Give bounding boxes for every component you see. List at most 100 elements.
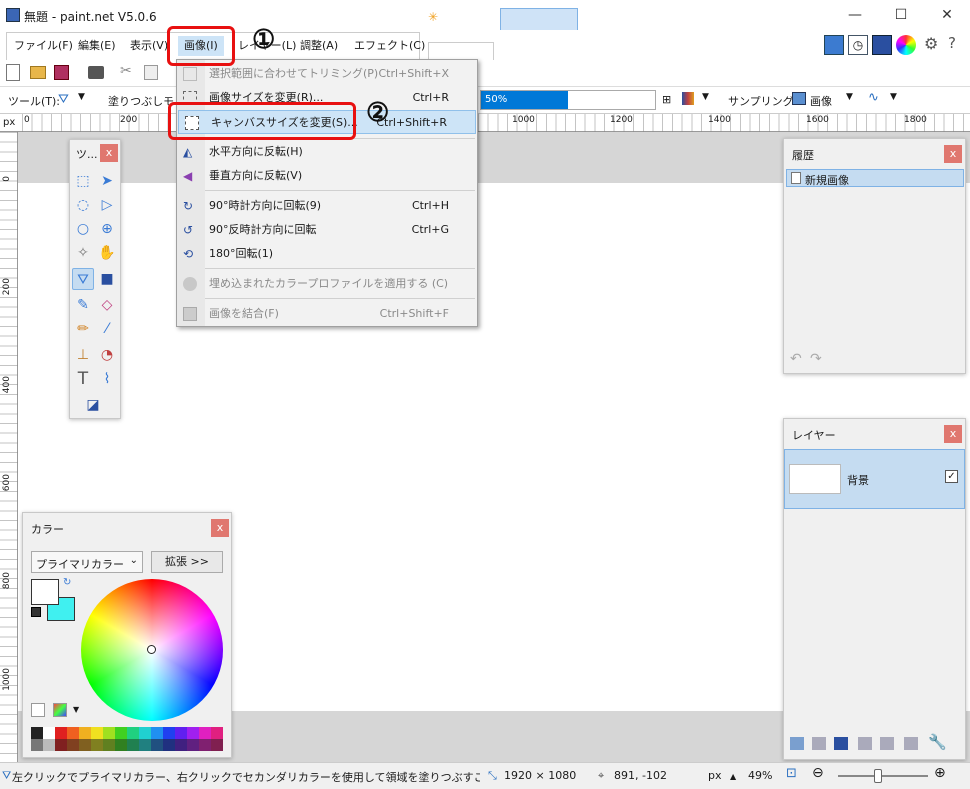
paintbrush-icon[interactable]: ✎ (72, 294, 94, 316)
color-picker-icon[interactable]: ⁄ (96, 318, 118, 340)
move-layer-up-icon[interactable] (880, 737, 894, 750)
close-window-button[interactable]: ✕ (924, 0, 970, 30)
expand-plus-icon[interactable]: ⊞ (662, 93, 671, 106)
gradient-icon[interactable]: ■ (96, 268, 118, 290)
delete-layer-icon[interactable] (812, 737, 826, 750)
color-palette[interactable] (31, 727, 225, 751)
blend-mode-icon[interactable] (682, 92, 694, 105)
menu-effects[interactable]: エフェクト(C) (348, 36, 431, 56)
help-icon[interactable]: ? (948, 34, 956, 52)
palette-swatch[interactable] (115, 739, 127, 751)
text-tool-icon[interactable]: T (72, 368, 94, 390)
tools-panel-close-button[interactable]: x (100, 144, 118, 162)
color-wheel[interactable] (81, 579, 223, 721)
palette-swatch[interactable] (175, 739, 187, 751)
palette-swatch[interactable] (91, 727, 103, 739)
sampling-value[interactable]: 画像 (810, 93, 832, 109)
zoom-slider-thumb[interactable] (874, 769, 882, 783)
open-folder-icon[interactable] (30, 66, 46, 79)
unit-dropdown-icon[interactable]: ▲ (730, 772, 736, 781)
palette-swatch[interactable] (79, 739, 91, 751)
palette-dropdown-icon[interactable]: ▼ (73, 705, 79, 714)
status-unit[interactable]: px (708, 769, 722, 782)
add-layer-icon[interactable] (790, 737, 804, 750)
status-zoom[interactable]: 49% (748, 769, 772, 782)
color-wheel-cursor[interactable] (147, 645, 156, 654)
print-icon[interactable] (88, 66, 104, 79)
palette-swatch[interactable] (151, 727, 163, 739)
rectangle-select-icon[interactable]: ⬚ (72, 170, 94, 192)
menu-item-rotate-180[interactable]: ⟲ 180°回転(1) (177, 242, 477, 266)
lasso-select-icon[interactable]: ◌ (72, 194, 94, 216)
clone-stamp-icon[interactable]: ⊥ (72, 344, 94, 366)
palette-swatch[interactable] (55, 727, 67, 739)
zoom-icon[interactable]: ⊕ (96, 218, 118, 240)
menu-item-flip-vertical[interactable]: ◀ 垂直方向に反転(V) (177, 164, 477, 188)
palette-swatch[interactable] (139, 727, 151, 739)
ellipse-select-icon[interactable]: ○ (72, 218, 94, 240)
palette-swatch[interactable] (55, 739, 67, 751)
move-selected-icon[interactable]: ▷ (96, 194, 118, 216)
palette-swatch[interactable] (91, 739, 103, 751)
layers-window-icon[interactable] (872, 35, 892, 55)
tolerance-slider[interactable]: 50% (480, 90, 656, 110)
swap-colors-icon[interactable]: ↻ (63, 577, 71, 588)
add-palette-icon[interactable] (31, 703, 45, 717)
zoom-fit-icon[interactable]: ⊡ (786, 766, 797, 781)
palette-swatch[interactable] (31, 727, 43, 739)
palette-swatch[interactable] (127, 739, 139, 751)
magic-wand-icon[interactable]: ✧ (72, 242, 94, 264)
palette-swatch[interactable] (79, 727, 91, 739)
fill-mode-label[interactable]: 塗りつぶしモード (108, 93, 174, 109)
antialias-icon[interactable]: ∿ (868, 90, 879, 105)
menu-item-rotate-ccw[interactable]: ↺ 90°反時計方向に回転 Ctrl+G (177, 218, 477, 242)
palette-swatch[interactable] (199, 739, 211, 751)
move-layer-down-icon[interactable] (904, 737, 918, 750)
colors-window-icon[interactable] (896, 35, 916, 55)
reset-colors-icon[interactable] (31, 607, 41, 617)
sampling-dropdown-icon[interactable]: ▼ (846, 92, 853, 102)
palette-swatch[interactable] (67, 739, 79, 751)
paint-bucket-icon[interactable]: ⛛ (58, 92, 69, 107)
palette-swatch[interactable] (163, 727, 175, 739)
palette-swatch[interactable] (211, 739, 223, 751)
palette-swatch[interactable] (139, 739, 151, 751)
menu-item-apply-color-profile[interactable]: 埋め込まれたカラープロファイルを適用する (C) (177, 272, 477, 296)
save-icon[interactable] (54, 65, 69, 80)
menu-item-flatten[interactable]: 画像を結合(F) Ctrl+Shift+F (177, 302, 477, 326)
eraser-icon[interactable]: ◇ (96, 294, 118, 316)
tools-window-icon[interactable] (824, 35, 844, 55)
shapes-icon[interactable]: ◪ (82, 394, 104, 416)
history-item[interactable]: 新規画像 (786, 169, 964, 187)
pan-hand-icon[interactable]: ✋ (96, 242, 118, 264)
antialias-dropdown-icon[interactable]: ▼ (890, 92, 897, 102)
zoom-out-icon[interactable]: ⊖ (812, 765, 824, 781)
palette-swatch[interactable] (31, 739, 43, 751)
gear-icon[interactable]: ⚙ (924, 34, 938, 53)
palette-swatch[interactable] (163, 739, 175, 751)
merge-layer-icon[interactable] (858, 737, 872, 750)
layer-properties-icon[interactable]: 🔧 (928, 733, 947, 751)
minimize-button[interactable]: — (832, 0, 878, 30)
palette-swatch[interactable] (187, 727, 199, 739)
palette-swatch[interactable] (151, 739, 163, 751)
layer-visible-checkbox[interactable]: ✓ (945, 470, 958, 483)
zoom-in-icon[interactable]: ⊕ (934, 765, 946, 781)
menu-adjust[interactable]: 調整(A) (294, 36, 344, 56)
menu-file[interactable]: ファイル(F) (8, 36, 79, 56)
palette-swatch[interactable] (103, 727, 115, 739)
palette-icon[interactable] (53, 703, 67, 717)
menu-item-flip-horizontal[interactable]: ◭ 水平方向に反転(H) (177, 140, 477, 164)
duplicate-layer-icon[interactable] (834, 737, 848, 750)
history-panel-close-button[interactable]: x (944, 145, 962, 163)
color-mode-select[interactable]: プライマリカラー ⌄ (31, 551, 143, 573)
history-window-icon[interactable]: ◷ (848, 35, 868, 55)
sampling-image-icon[interactable] (792, 92, 806, 105)
redo-icon[interactable]: ↷ (810, 351, 822, 367)
maximize-button[interactable]: ☐ (878, 0, 924, 30)
recolor-icon[interactable]: ◔ (96, 344, 118, 366)
pencil-icon[interactable]: ✏ (72, 318, 94, 340)
palette-swatch[interactable] (43, 739, 55, 751)
palette-swatch[interactable] (115, 727, 127, 739)
zoom-slider[interactable] (838, 769, 928, 783)
